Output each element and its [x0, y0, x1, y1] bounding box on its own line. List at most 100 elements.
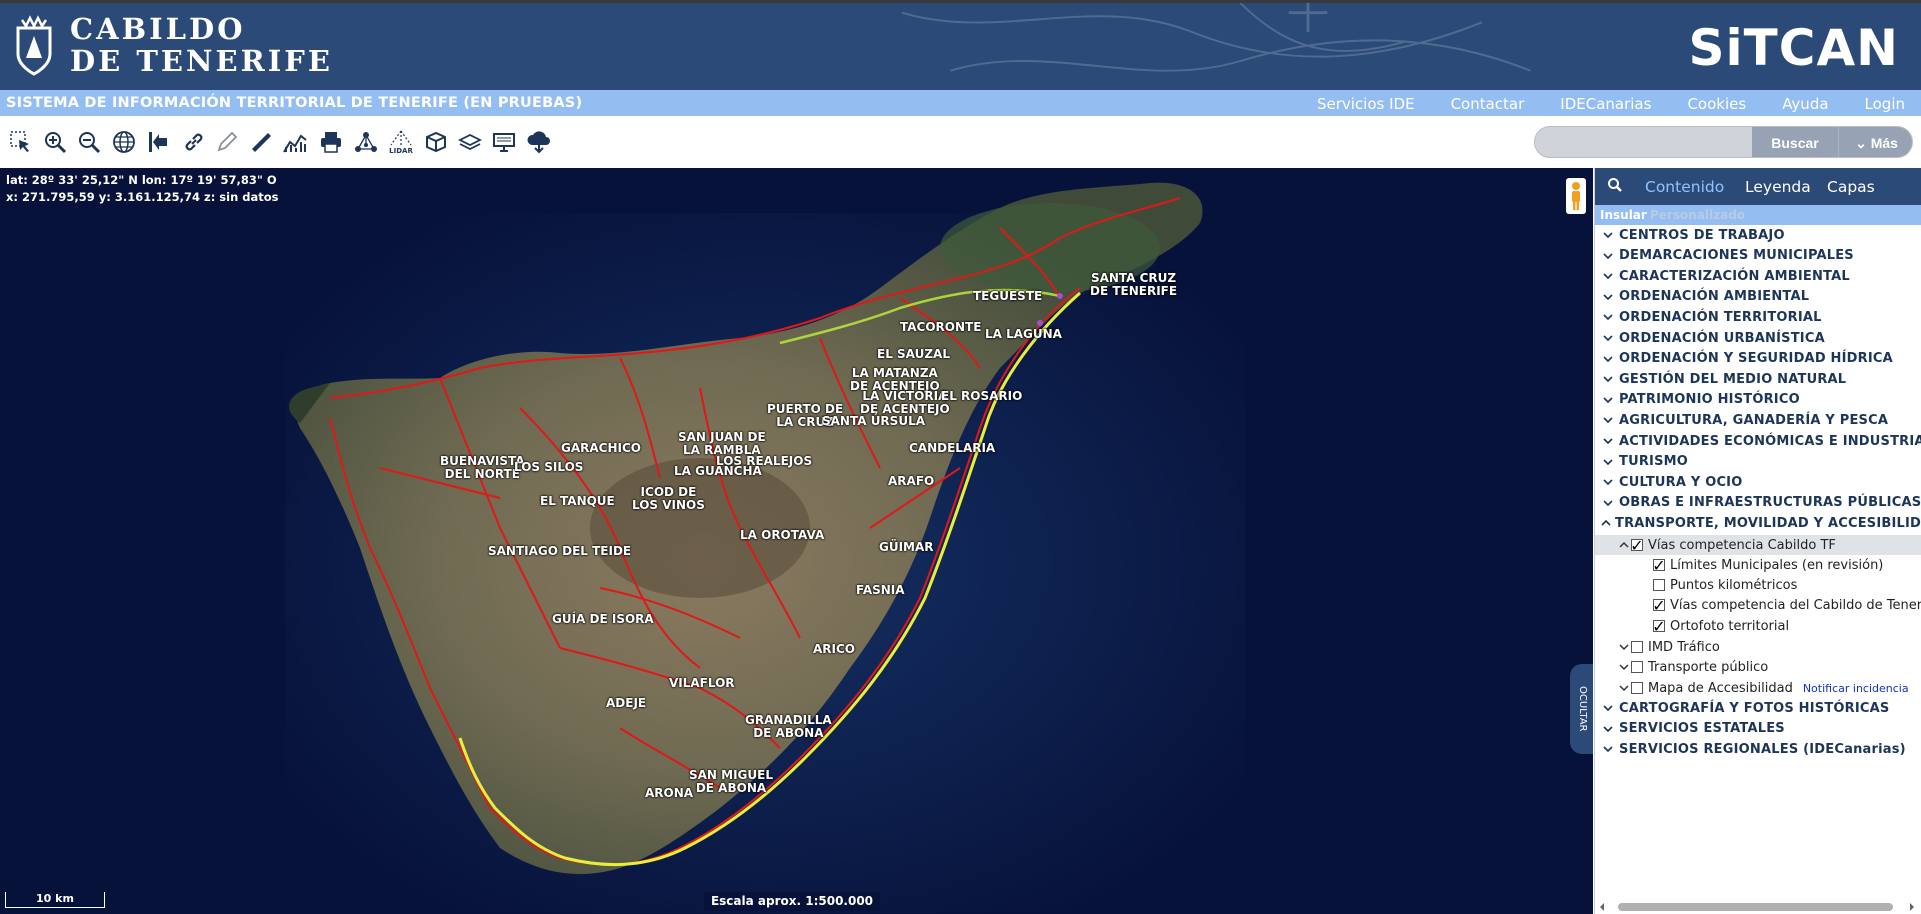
cabildo-shield-icon: [16, 15, 52, 76]
category-row[interactable]: CULTURA Y OCIO: [1595, 472, 1921, 492]
chevron-down-icon[interactable]: [1601, 249, 1615, 263]
chevron-up-icon[interactable]: [1601, 516, 1611, 530]
layer-checkbox[interactable]: ✓: [1630, 536, 1643, 555]
chevron-down-icon[interactable]: [1601, 475, 1615, 489]
layer-item[interactable]: ✓ Vías competencia del Cabildo de Teneri…: [1595, 595, 1921, 615]
category-row[interactable]: CARACTERIZACIÓN AMBIENTAL: [1595, 266, 1921, 286]
street-view-pegman-icon[interactable]: [1566, 178, 1586, 214]
zoom-out-icon[interactable]: [76, 129, 102, 155]
exit-icon[interactable]: [146, 129, 172, 155]
category-row[interactable]: CENTROS DE TRABAJO: [1595, 225, 1921, 245]
category-row[interactable]: GESTIÓN DEL MEDIO NATURAL: [1595, 369, 1921, 389]
print-icon[interactable]: [318, 129, 344, 155]
layer-item[interactable]: ✓ Ortofoto territorial: [1595, 616, 1921, 636]
category-row[interactable]: OBRAS E INFRAESTRUCTURAS PÚBLICAS: [1595, 493, 1921, 513]
horizontal-scrollbar[interactable]: [1598, 902, 1916, 912]
layer-checkbox[interactable]: ✓: [1652, 596, 1665, 615]
layer-group-transporte[interactable]: Transporte público: [1595, 657, 1921, 677]
lidar-icon[interactable]: LIDAR: [388, 129, 414, 155]
cloud-download-icon[interactable]: [526, 129, 552, 155]
subtab-personalizado[interactable]: Personalizado: [1650, 208, 1745, 222]
search-button[interactable]: Buscar: [1752, 127, 1838, 157]
category-row[interactable]: ORDENACIÓN URBANÍSTICA: [1595, 328, 1921, 348]
chevron-down-icon[interactable]: [1601, 701, 1615, 715]
chevron-down-icon[interactable]: [1617, 660, 1631, 674]
place-label: GUÍA DE ISORA: [552, 612, 654, 626]
category-row[interactable]: SERVICIOS REGIONALES (IDECanarias): [1595, 739, 1921, 759]
layer-checkbox[interactable]: ✓: [1652, 556, 1665, 575]
subtab-insular[interactable]: Insular: [1600, 208, 1647, 222]
layer-checkbox[interactable]: [1631, 641, 1643, 653]
layer-item[interactable]: ✓ Límites Municipales (en revisión): [1595, 555, 1921, 575]
layer-group-imd[interactable]: IMD Tráfico: [1595, 637, 1921, 657]
notify-incident-link[interactable]: Notificar incidencia: [1803, 682, 1909, 695]
zoom-in-icon[interactable]: [42, 129, 68, 155]
globe-icon[interactable]: [111, 129, 137, 155]
link-cookies[interactable]: Cookies: [1687, 95, 1746, 113]
chevron-down-icon[interactable]: [1601, 228, 1615, 242]
tab-capas[interactable]: Capas: [1827, 178, 1875, 196]
category-row[interactable]: PATRIMONIO HISTÓRICO: [1595, 390, 1921, 410]
layer-label: Vías competencia Cabildo TF: [1648, 537, 1836, 553]
sitcan-logo[interactable]: SiTCAN: [1689, 19, 1900, 77]
chevron-down-icon[interactable]: [1601, 352, 1615, 366]
chevron-down-icon[interactable]: [1601, 372, 1615, 386]
category-row[interactable]: ORDENACIÓN Y SEGURIDAD HÍDRICA: [1595, 349, 1921, 369]
category-row[interactable]: AGRICULTURA, GANADERÍA Y PESCA: [1595, 410, 1921, 430]
chevron-down-icon[interactable]: [1601, 455, 1615, 469]
profile-chart-icon[interactable]: [282, 129, 308, 155]
more-label: Más: [1870, 134, 1898, 151]
category-label: TURISMO: [1619, 454, 1689, 470]
category-row[interactable]: TRANSPORTE, MOVILIDAD Y ACCESIBILIDAD: [1595, 513, 1921, 533]
hide-panel-tab[interactable]: OCULTAR: [1570, 664, 1593, 754]
chevron-down-icon[interactable]: [1601, 393, 1615, 407]
chevron-down-icon[interactable]: [1601, 742, 1615, 756]
link-icon[interactable]: [181, 129, 207, 155]
chevron-up-icon[interactable]: [1617, 538, 1631, 552]
screen-icon[interactable]: [491, 129, 517, 155]
chevron-down-icon[interactable]: [1601, 310, 1615, 324]
layers-icon[interactable]: [457, 129, 483, 155]
chevron-down-icon[interactable]: [1601, 269, 1615, 283]
chevron-down-icon[interactable]: [1601, 496, 1615, 510]
category-row[interactable]: ORDENACIÓN AMBIENTAL: [1595, 287, 1921, 307]
category-row[interactable]: TURISMO: [1595, 452, 1921, 472]
layer-group-accesibilidad[interactable]: Mapa de Accesibilidad Notificar incidenc…: [1595, 678, 1921, 698]
category-row[interactable]: DEMARCACIONES MUNICIPALES: [1595, 246, 1921, 266]
chevron-down-icon[interactable]: [1601, 290, 1615, 304]
3d-box-icon[interactable]: [423, 129, 449, 155]
chevron-down-icon[interactable]: [1617, 640, 1631, 654]
measure-icon[interactable]: [248, 129, 274, 155]
layer-checkbox[interactable]: [1631, 661, 1643, 673]
category-row[interactable]: SERVICIOS ESTATALES: [1595, 719, 1921, 739]
layer-checkbox[interactable]: ✓: [1652, 617, 1665, 636]
category-label: CARACTERIZACIÓN AMBIENTAL: [1619, 268, 1850, 284]
pencil-icon[interactable]: [214, 129, 240, 155]
network-icon[interactable]: [353, 129, 379, 155]
search-icon[interactable]: [1607, 177, 1623, 197]
chevron-down-icon[interactable]: [1617, 681, 1631, 695]
layer-group-vias[interactable]: ✓ Vías competencia Cabildo TF: [1595, 535, 1921, 555]
chevron-down-icon[interactable]: [1601, 434, 1615, 448]
chevron-down-icon[interactable]: [1601, 722, 1615, 736]
layer-checkbox[interactable]: [1653, 579, 1665, 591]
tab-leyenda[interactable]: Leyenda: [1745, 178, 1811, 196]
more-button[interactable]: ⌄ Más: [1838, 127, 1912, 157]
cabildo-logo[interactable]: CABILDO DE TENERIFE: [14, 13, 333, 77]
category-row[interactable]: ACTIVIDADES ECONÓMICAS E INDUSTRIA: [1595, 431, 1921, 451]
link-idecanarias[interactable]: IDECanarias: [1560, 95, 1651, 113]
link-ayuda[interactable]: Ayuda: [1782, 95, 1828, 113]
search-input[interactable]: [1541, 130, 1751, 154]
category-row[interactable]: CARTOGRAFÍA Y FOTOS HISTÓRICAS: [1595, 698, 1921, 718]
map-view[interactable]: lat: 28º 33' 25,12" N lon: 17º 19' 57,83…: [0, 168, 1593, 914]
link-servicios-ide[interactable]: Servicios IDE: [1317, 95, 1415, 113]
chevron-down-icon[interactable]: [1601, 331, 1615, 345]
layer-checkbox[interactable]: [1631, 682, 1643, 694]
category-row[interactable]: ORDENACIÓN TERRITORIAL: [1595, 307, 1921, 327]
select-icon[interactable]: [8, 129, 34, 155]
chevron-down-icon[interactable]: [1601, 413, 1615, 427]
link-contactar[interactable]: Contactar: [1451, 95, 1525, 113]
tab-contenido[interactable]: Contenido: [1645, 178, 1724, 196]
link-login[interactable]: Login: [1865, 95, 1905, 113]
layer-item[interactable]: Puntos kilométricos: [1595, 575, 1921, 595]
